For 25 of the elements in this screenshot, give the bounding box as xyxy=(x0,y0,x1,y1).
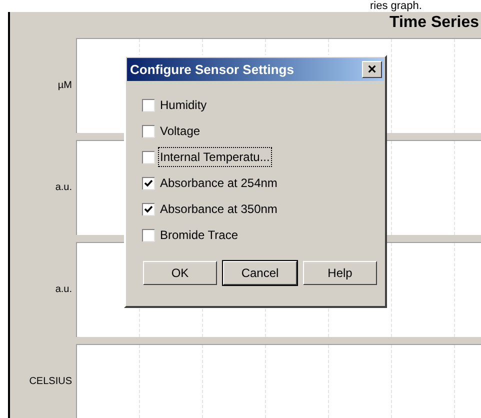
axis-unit-label: CELSIUS xyxy=(29,374,72,388)
caption-text: ries graph. xyxy=(369,0,423,12)
sensor-checkbox[interactable]: Internal Temperatu... xyxy=(142,149,384,165)
sensor-checkbox[interactable]: Humidity xyxy=(142,97,384,113)
dialog-button[interactable]: Cancel xyxy=(223,261,297,285)
axis-unit-label: a.u. xyxy=(55,181,72,195)
checkbox-square[interactable] xyxy=(142,176,155,190)
sensor-checkbox[interactable]: Bromide Trace xyxy=(142,227,384,243)
close-button[interactable]: × xyxy=(362,61,382,78)
dialog-title: Configure Sensor Settings xyxy=(129,60,294,79)
checkbox-square[interactable] xyxy=(142,202,155,216)
checkbox-square[interactable] xyxy=(142,98,155,112)
checkmark-icon xyxy=(144,178,153,188)
checkbox-square[interactable] xyxy=(142,228,155,242)
checkbox-square[interactable] xyxy=(142,124,155,138)
sensor-checkbox[interactable]: Absorbance at 254nm xyxy=(142,175,384,191)
axis-unit-label: a.u. xyxy=(55,283,72,297)
checkbox-square[interactable] xyxy=(142,150,155,164)
axis-unit-label: µM xyxy=(58,79,72,93)
panel-title: Time Series xyxy=(389,13,480,33)
sensor-checkbox[interactable]: Absorbance at 350nm xyxy=(142,201,384,217)
checkmark-icon xyxy=(144,204,153,214)
dialog-button[interactable]: OK xyxy=(143,261,217,285)
dialog-button[interactable]: Help xyxy=(303,261,377,285)
sensor-checkbox[interactable]: Voltage xyxy=(142,123,384,139)
